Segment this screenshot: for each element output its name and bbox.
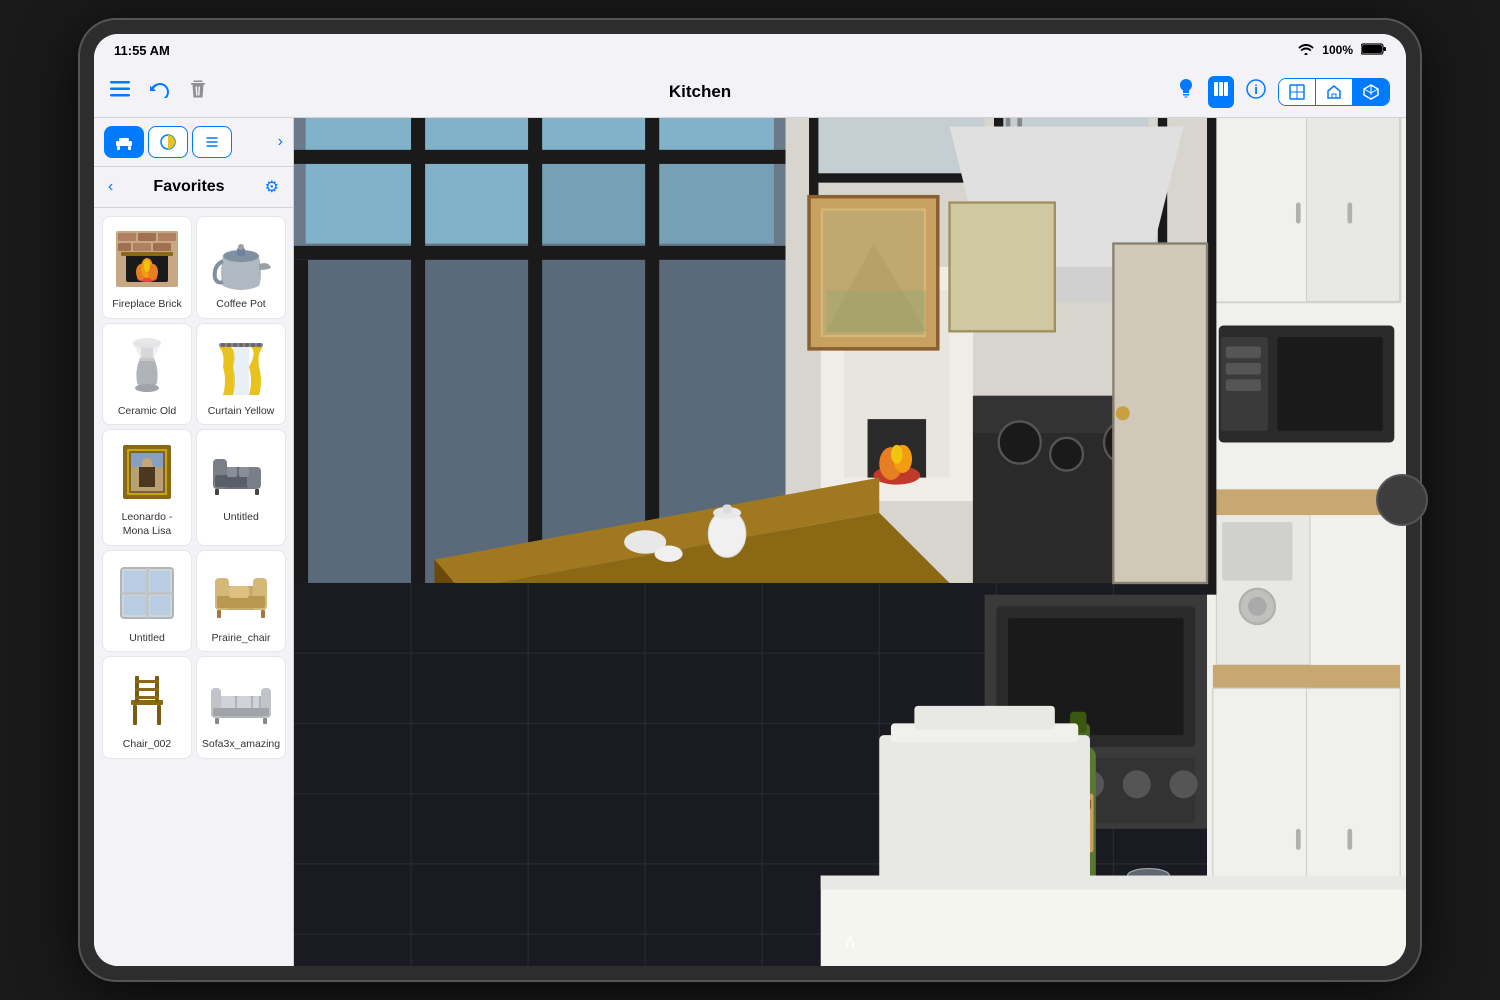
- item-thumbnail-sofa: [201, 436, 281, 508]
- panel-title: Favorites: [153, 178, 224, 196]
- view-btn-home[interactable]: [1316, 79, 1353, 105]
- tablet-screen: 11:55 AM 100%: [94, 34, 1406, 966]
- item-label-window: Untitled: [129, 632, 165, 646]
- list-item[interactable]: Prairie_chair: [196, 550, 286, 653]
- list-item[interactable]: Chair_002: [102, 656, 192, 759]
- wifi-icon: [1298, 43, 1314, 58]
- toolbar-center: Kitchen: [310, 82, 1090, 102]
- list-item[interactable]: Sofa3x_amazing: [196, 656, 286, 759]
- list-item[interactable]: Ceramic Old: [102, 323, 192, 426]
- 3d-view[interactable]: ∧: [294, 118, 1406, 966]
- tab-materials[interactable]: [148, 126, 188, 158]
- list-item[interactable]: Leonardo - Mona Lisa: [102, 429, 192, 545]
- view-btn-floorplan[interactable]: [1279, 79, 1316, 105]
- toolbar-left: [110, 79, 310, 104]
- tab-list[interactable]: [192, 126, 232, 158]
- item-label-ceramic: Ceramic Old: [118, 405, 176, 419]
- item-label-sofa3x: Sofa3x_amazing: [202, 738, 280, 752]
- item-thumbnail-sofa3x: [201, 663, 281, 735]
- home-button[interactable]: [1376, 474, 1428, 526]
- scroll-down-arrow[interactable]: ∧: [843, 929, 858, 954]
- item-thumbnail-window: [107, 557, 187, 629]
- undo-icon[interactable]: [150, 80, 170, 104]
- item-thumbnail-prairie: [201, 557, 281, 629]
- list-item[interactable]: Fireplace Brick: [102, 216, 192, 319]
- list-item[interactable]: Untitled: [196, 429, 286, 545]
- item-thumbnail-fireplace: [107, 223, 187, 295]
- menu-icon[interactable]: [110, 80, 130, 103]
- bulb-icon[interactable]: [1176, 78, 1196, 106]
- list-item[interactable]: Coffee Pot: [196, 216, 286, 319]
- list-item[interactable]: Curtain Yellow: [196, 323, 286, 426]
- tab-furniture[interactable]: [104, 126, 144, 158]
- panel-tabs: ›: [94, 118, 293, 167]
- item-thumbnail-ceramic: [107, 330, 187, 402]
- view-toggle-group: [1278, 78, 1390, 106]
- item-label-mona: Leonardo - Mona Lisa: [122, 511, 173, 538]
- item-label-chair: Chair_002: [123, 738, 171, 752]
- page-title: Kitchen: [669, 82, 731, 102]
- item-thumbnail-mona: [107, 436, 187, 508]
- tablet-frame: 11:55 AM 100%: [80, 20, 1420, 980]
- battery-level: 100%: [1322, 43, 1353, 57]
- item-label-curtain: Curtain Yellow: [208, 405, 275, 419]
- item-label-fireplace: Fireplace Brick: [112, 298, 181, 312]
- status-bar: 11:55 AM 100%: [94, 34, 1406, 66]
- panel-more-icon[interactable]: ›: [278, 133, 283, 151]
- list-item[interactable]: Untitled: [102, 550, 192, 653]
- item-thumbnail-curtain: [201, 330, 281, 402]
- svg-text:i: i: [1254, 82, 1258, 97]
- left-panel: › ‹ Favorites ⚙: [94, 118, 294, 966]
- trash-icon[interactable]: [190, 79, 206, 104]
- item-thumbnail-chair: [107, 663, 187, 735]
- toolbar-right: i: [1090, 76, 1390, 108]
- item-thumbnail-coffee: [201, 223, 281, 295]
- item-label-coffee: Coffee Pot: [216, 298, 265, 312]
- items-grid: Fireplace Brick: [94, 208, 293, 966]
- settings-icon[interactable]: ⚙: [265, 177, 279, 197]
- panel-header: ‹ Favorites ⚙: [94, 167, 293, 208]
- info-icon[interactable]: i: [1246, 79, 1266, 105]
- item-label-sofa: Untitled: [223, 511, 259, 525]
- status-right: 100%: [1298, 43, 1386, 58]
- view-btn-3d[interactable]: [1353, 79, 1389, 105]
- back-button[interactable]: ‹: [108, 178, 113, 196]
- battery-icon: [1361, 43, 1386, 58]
- status-time: 11:55 AM: [114, 43, 170, 58]
- main-content: › ‹ Favorites ⚙: [94, 118, 1406, 966]
- toolbar: Kitchen i: [94, 66, 1406, 118]
- item-label-prairie: Prairie_chair: [212, 632, 271, 646]
- catalog-icon[interactable]: [1208, 76, 1234, 108]
